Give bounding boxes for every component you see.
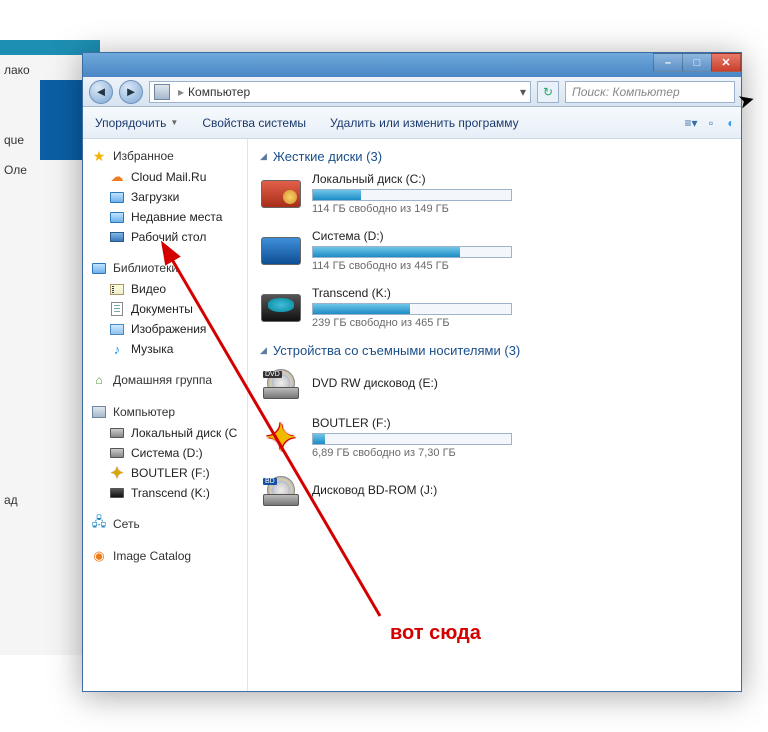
music-icon: ♪ <box>109 341 125 357</box>
forward-button[interactable]: ► <box>119 80 143 104</box>
usage-bar <box>312 433 512 445</box>
libraries-header[interactable]: Библиотеки <box>83 257 247 279</box>
drive-k[interactable]: Transcend (K:) 239 ГБ свободно из 465 ГБ <box>260 286 729 329</box>
drive-name: Локальный диск (C:) <box>312 172 729 186</box>
preview-pane-button[interactable]: ▫ <box>701 113 721 133</box>
hdd-section-header[interactable]: ◢ Жесткие диски (3) <box>260 149 729 164</box>
annotation-label: вот сюда <box>390 622 481 645</box>
address-bar: ◄ ► ▸ Компьютер ▾ ↻ Поиск: Компьютер <box>83 77 741 107</box>
search-placeholder: Поиск: Компьютер <box>572 85 680 99</box>
folder-icon <box>109 209 125 225</box>
refresh-button[interactable]: ↻ <box>537 81 559 103</box>
network-icon: 🖧 <box>91 516 107 532</box>
usage-bar <box>312 246 512 258</box>
dvd-icon: DVD <box>261 369 301 399</box>
network-header[interactable]: 🖧 Сеть <box>83 513 247 535</box>
titlebar[interactable]: – □ ✕ <box>83 53 741 77</box>
removable-section-header[interactable]: ◢ Устройства со съемными носителями (3) <box>260 343 729 358</box>
hdd-icon <box>109 445 125 461</box>
homegroup-header[interactable]: ⌂ Домашняя группа <box>83 369 247 391</box>
drive-dvd[interactable]: DVD DVD RW дисковод (E:) <box>260 366 729 402</box>
collapse-icon: ◢ <box>260 345 267 356</box>
sidebar-item-drive-f[interactable]: ✦BOUTLER (F:) <box>83 463 247 483</box>
sidebar-item-music[interactable]: ♪Музыка <box>83 339 247 359</box>
drive-d[interactable]: Система (D:) 114 ГБ свободно из 445 ГБ <box>260 229 729 272</box>
collapse-icon: ◢ <box>260 151 267 162</box>
drive-name: Transcend (K:) <box>312 286 729 300</box>
image-icon <box>109 321 125 337</box>
sidebar-item-drive-k[interactable]: Transcend (K:) <box>83 483 247 503</box>
video-icon <box>109 281 125 297</box>
computer-icon <box>91 404 107 420</box>
sidebar-item-pictures[interactable]: Изображения <box>83 319 247 339</box>
drive-name: Дисковод BD-ROM (J:) <box>312 483 729 497</box>
sidebar-item-recent[interactable]: Недавние места <box>83 207 247 227</box>
navigation-pane: ★ Избранное ☁Cloud Mail.Ru Загрузки Неда… <box>83 139 248 691</box>
back-button[interactable]: ◄ <box>89 80 113 104</box>
favorites-header[interactable]: ★ Избранное <box>83 145 247 167</box>
star-drive-icon: ✦ <box>266 420 296 456</box>
explorer-window: – □ ✕ ◄ ► ▸ Компьютер ▾ ↻ Поиск: Компьют… <box>82 52 742 692</box>
drive-bdrom[interactable]: BD Дисковод BD-ROM (J:) <box>260 473 729 509</box>
computer-icon <box>154 84 170 100</box>
address-dropdown-icon[interactable]: ▾ <box>520 85 526 99</box>
organize-button[interactable]: Упорядочить▼ <box>83 107 190 138</box>
hdd-icon <box>261 294 301 322</box>
computer-header[interactable]: Компьютер <box>87 401 243 423</box>
catalog-icon: ◉ <box>91 548 107 564</box>
image-catalog-header[interactable]: ◉ Image Catalog <box>83 545 247 567</box>
sidebar-item-drive-d[interactable]: Система (D:) <box>83 443 247 463</box>
drive-free-text: 239 ГБ свободно из 465 ГБ <box>312 317 729 329</box>
close-button[interactable]: ✕ <box>711 53 741 72</box>
breadcrumb-sep-icon: ▸ <box>178 85 184 99</box>
sidebar-item-cloud-mailru[interactable]: ☁Cloud Mail.Ru <box>83 167 247 187</box>
content-pane: ◢ Жесткие диски (3) Локальный диск (C:) … <box>248 139 741 691</box>
drive-c[interactable]: Локальный диск (C:) 114 ГБ свободно из 1… <box>260 172 729 215</box>
homegroup-icon: ⌂ <box>91 372 107 388</box>
maximize-button[interactable]: □ <box>682 53 712 72</box>
view-options-button[interactable]: ≡▾ <box>681 113 701 133</box>
document-icon <box>109 301 125 317</box>
hdd-icon <box>109 485 125 501</box>
libraries-icon <box>91 260 107 276</box>
sidebar-item-downloads[interactable]: Загрузки <box>83 187 247 207</box>
drive-free-text: 114 ГБ свободно из 445 ГБ <box>312 260 729 272</box>
uninstall-program-button[interactable]: Удалить или изменить программу <box>318 107 531 138</box>
plus-icon: ✦ <box>109 465 125 481</box>
drive-name: BOUTLER (F:) <box>312 416 729 430</box>
sidebar-item-video[interactable]: Видео <box>83 279 247 299</box>
bdrom-icon: BD <box>261 476 301 506</box>
sidebar-item-desktop[interactable]: Рабочий стол <box>83 227 247 247</box>
drive-name: Система (D:) <box>312 229 729 243</box>
system-properties-button[interactable]: Свойства системы <box>190 107 318 138</box>
sidebar-item-documents[interactable]: Документы <box>83 299 247 319</box>
star-icon: ★ <box>91 148 107 164</box>
drive-free-text: 114 ГБ свободно из 149 ГБ <box>312 203 729 215</box>
cloud-icon: ☁ <box>109 169 125 185</box>
toolbar: Упорядочить▼ Свойства системы Удалить ил… <box>83 107 741 139</box>
breadcrumb-location[interactable]: Компьютер <box>188 85 250 99</box>
help-button[interactable]: ◐ <box>721 113 741 133</box>
drive-free-text: 6,89 ГБ свободно из 7,30 ГБ <box>312 447 729 459</box>
address-box[interactable]: ▸ Компьютер ▾ <box>149 81 531 103</box>
search-input[interactable]: Поиск: Компьютер <box>565 81 735 103</box>
hdd-icon <box>109 425 125 441</box>
minimize-button[interactable]: – <box>653 53 683 72</box>
usage-bar <box>312 189 512 201</box>
bg-text: ад <box>0 485 84 515</box>
hdd-icon <box>261 180 301 208</box>
usage-bar <box>312 303 512 315</box>
hdd-icon <box>261 237 301 265</box>
folder-icon <box>109 189 125 205</box>
drive-name: DVD RW дисковод (E:) <box>312 376 729 390</box>
drive-boutler[interactable]: ✦ BOUTLER (F:) 6,89 ГБ свободно из 7,30 … <box>260 416 729 459</box>
sidebar-item-drive-c[interactable]: Локальный диск (C <box>83 423 247 443</box>
monitor-icon <box>109 229 125 245</box>
